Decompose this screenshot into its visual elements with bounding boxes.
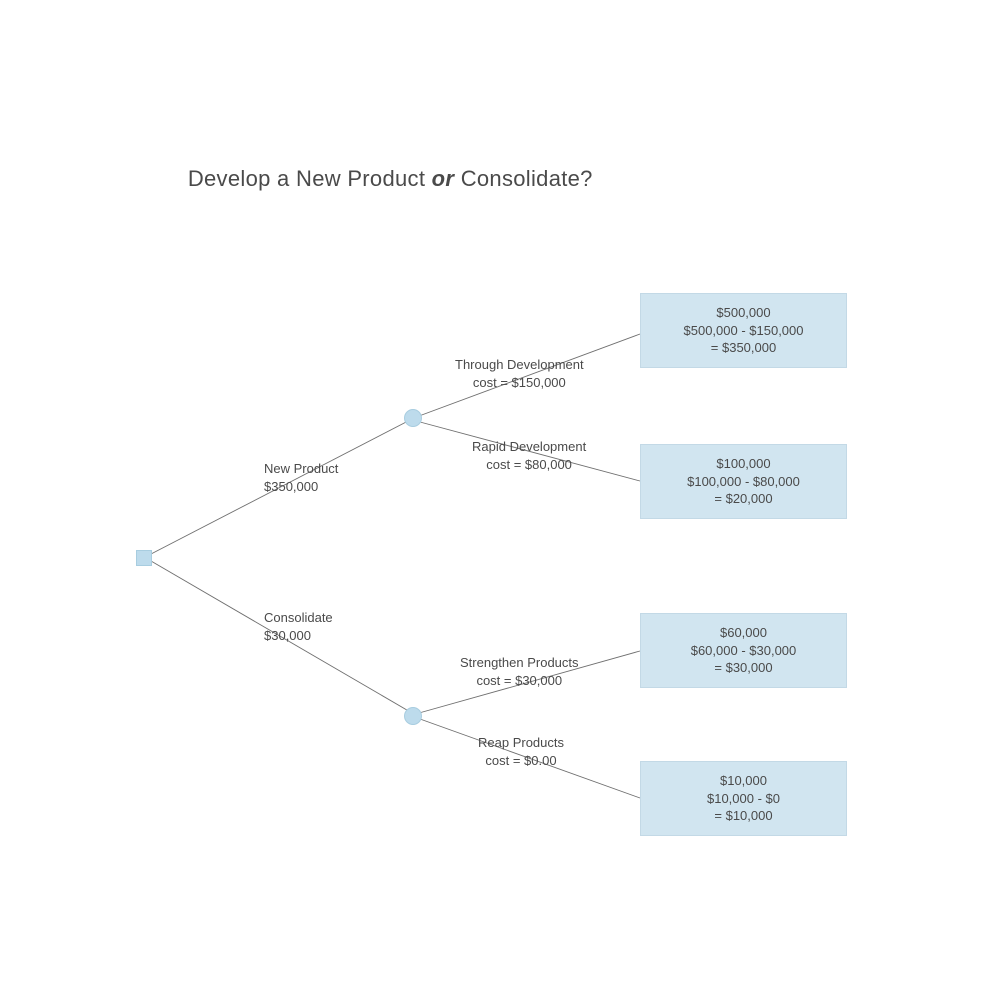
outcome-box-1: $500,000 $500,000 - $150,000 = $350,000 bbox=[640, 293, 847, 368]
connector-lines bbox=[0, 0, 1000, 1000]
outcome-box-4: $10,000 $10,000 - $0 = $10,000 bbox=[640, 761, 847, 836]
option-label-strengthen-products: Strengthen Products cost = $30,000 bbox=[460, 654, 579, 689]
outcome-box-2: $100,000 $100,000 - $80,000 = $20,000 bbox=[640, 444, 847, 519]
outcome-box-2-text: $100,000 $100,000 - $80,000 = $20,000 bbox=[687, 455, 800, 508]
outcome-box-3: $60,000 $60,000 - $30,000 = $30,000 bbox=[640, 613, 847, 688]
root-decision-node bbox=[136, 550, 152, 566]
consolidate-chance-node bbox=[404, 707, 422, 725]
new-product-chance-node bbox=[404, 409, 422, 427]
branch-label-consolidate: Consolidate $30,000 bbox=[264, 609, 333, 644]
branch-label-new-product: New Product $350,000 bbox=[264, 460, 338, 495]
option-label-through-development: Through Development cost = $150,000 bbox=[455, 356, 584, 391]
option-label-reap-products: Reap Products cost = $0.00 bbox=[478, 734, 564, 769]
outcome-box-3-text: $60,000 $60,000 - $30,000 = $30,000 bbox=[691, 624, 797, 677]
outcome-box-1-text: $500,000 $500,000 - $150,000 = $350,000 bbox=[684, 304, 804, 357]
outcome-box-4-text: $10,000 $10,000 - $0 = $10,000 bbox=[707, 772, 780, 825]
option-label-rapid-development: Rapid Development cost = $80,000 bbox=[472, 438, 586, 473]
